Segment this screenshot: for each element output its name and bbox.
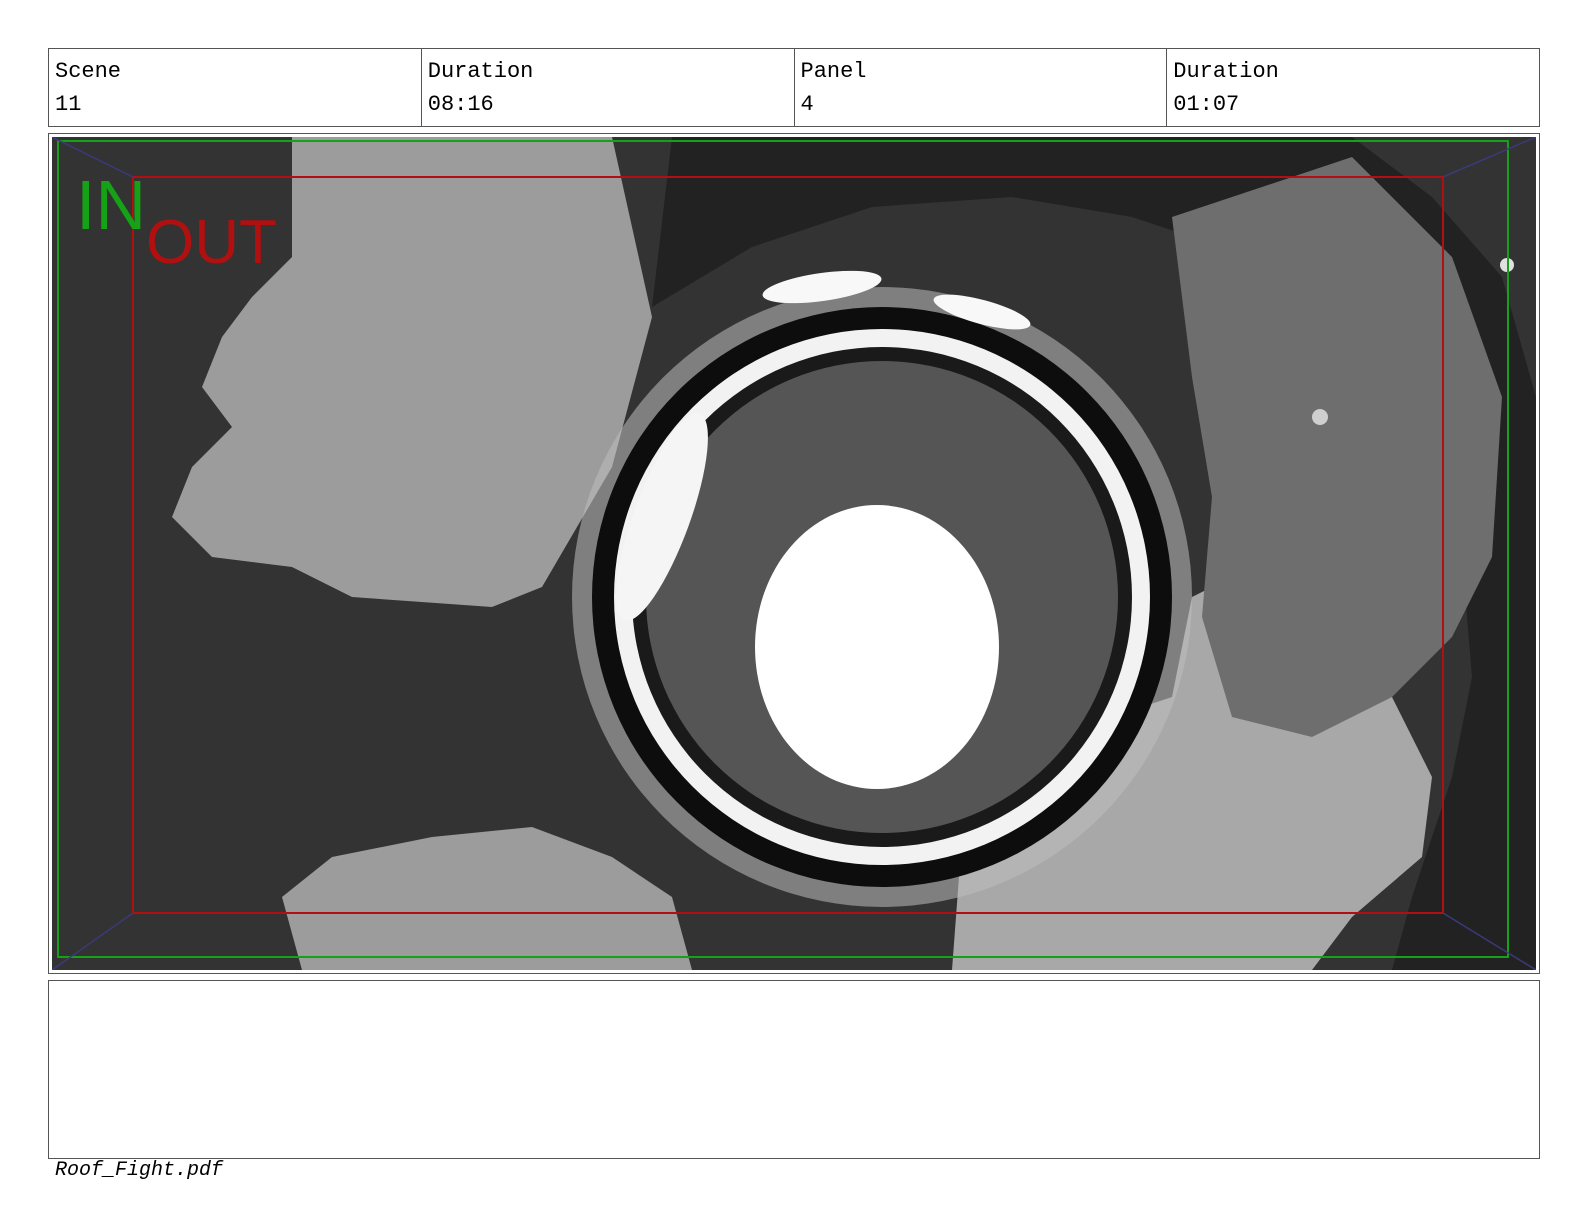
scene-label: Scene: [55, 59, 122, 84]
panel-cell: Panel 4: [795, 49, 1168, 126]
panel-info-table: Scene 11 Duration 08:16 Panel 4 Duration…: [48, 48, 1540, 127]
panel-duration-cell: Duration 01:07: [1167, 49, 1539, 126]
panel-duration-label: Duration: [1173, 59, 1279, 84]
action-notes-box: [48, 980, 1540, 1159]
in-marker: IN: [76, 166, 146, 244]
lens-center-highlight: [755, 505, 999, 789]
panel-number: 4: [800, 92, 814, 117]
storyboard-panel: IN OUT: [48, 133, 1540, 974]
sparkle-dot: [1312, 409, 1328, 425]
scene-duration-cell: Duration 08:16: [422, 49, 795, 126]
scene-number: 11: [55, 92, 82, 117]
scene-duration-value: 08:16: [427, 92, 494, 117]
scene-duration-label: Duration: [427, 59, 534, 84]
out-marker: OUT: [146, 208, 277, 277]
panel-drawing: IN OUT: [52, 137, 1536, 970]
scene-cell: Scene 11: [49, 49, 422, 126]
panel-duration-value: 01:07: [1173, 92, 1240, 117]
panel-label: Panel: [800, 59, 867, 84]
footer-filename: Roof_Fight.pdf: [55, 1159, 224, 1182]
